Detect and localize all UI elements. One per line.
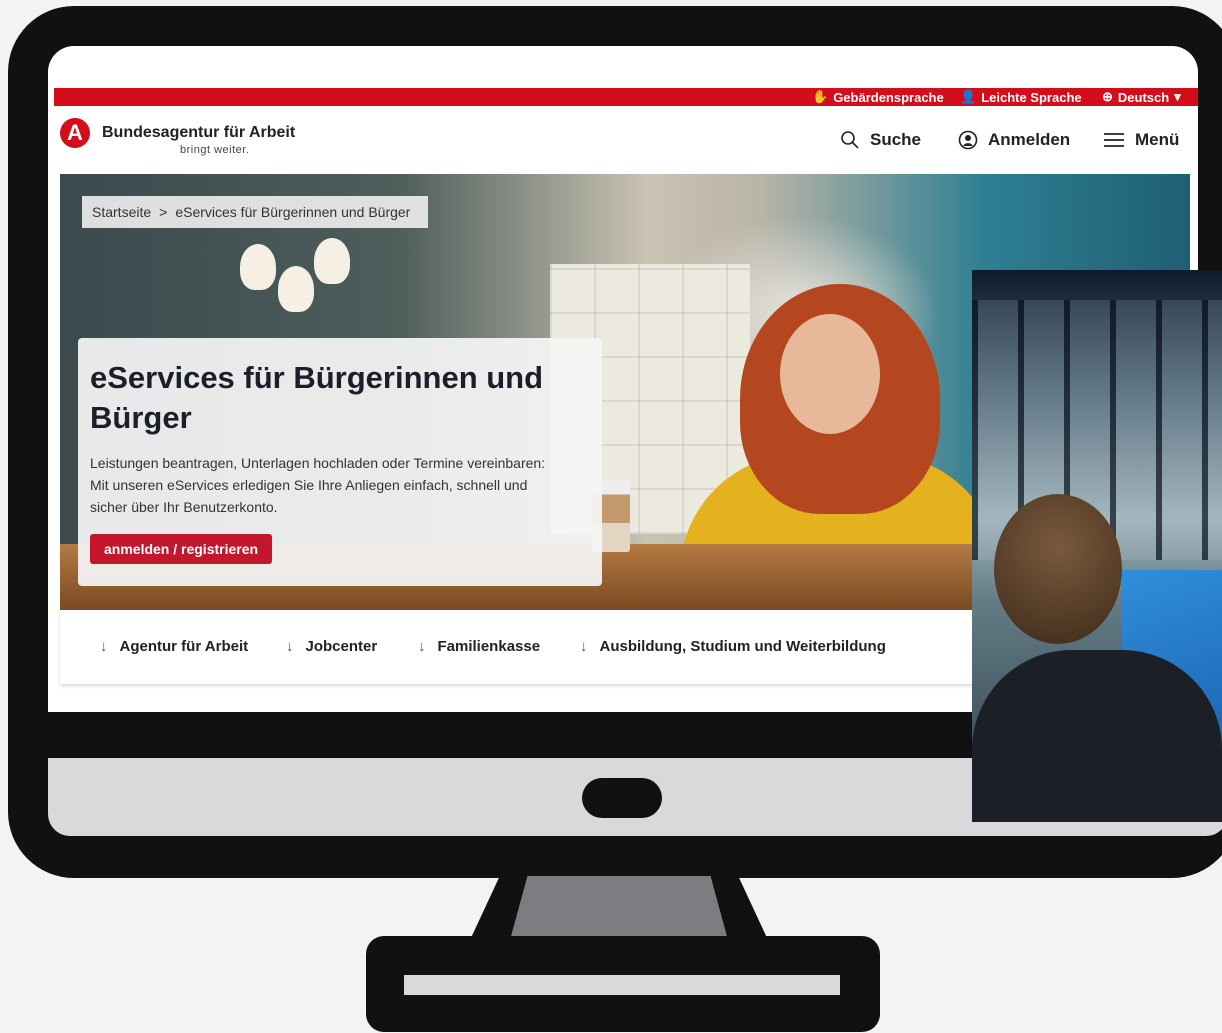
- quicklink-ausbildung[interactable]: ↓ Ausbildung, Studium und Weiterbildung: [580, 638, 886, 655]
- chevron-down-icon: ▾: [1174, 89, 1181, 104]
- brand-tagline: bringt weiter.: [180, 144, 250, 156]
- breadcrumb-separator: >: [159, 204, 168, 220]
- hero-lamp: [278, 266, 314, 312]
- overlay-photo: [972, 270, 1222, 822]
- hamburger-icon: [1104, 133, 1124, 147]
- monitor-stand-neck-inner: [510, 876, 728, 940]
- login-button[interactable]: Anmelden: [958, 130, 1070, 150]
- arrow-down-icon: ↓: [580, 638, 588, 655]
- breadcrumb-home-link[interactable]: Startseite: [92, 204, 151, 220]
- breadcrumb-current: eServices für Bürgerinnen und Bürger: [175, 204, 411, 220]
- site-header: A Bundesagentur für Arbeit bringt weiter…: [48, 106, 1198, 174]
- hand-icon: ✋: [812, 89, 829, 104]
- quicklink-label: Familienkasse: [437, 638, 541, 655]
- service-bar: ✋ Gebärdensprache 👤 Leichte Sprache ⊕ De…: [54, 88, 1198, 106]
- hero-card: eServices für Bürgerinnen und Bürger Lei…: [78, 338, 602, 586]
- search-button[interactable]: Suche: [840, 130, 921, 150]
- page-title: eServices für Bürgerinnen und Bürger: [90, 360, 544, 435]
- login-register-button[interactable]: anmelden / registrieren: [90, 534, 273, 564]
- user-circle-icon: [958, 130, 978, 150]
- search-icon: [841, 131, 859, 149]
- arrow-down-icon: ↓: [100, 638, 108, 655]
- quicklink-label: Agentur für Arbeit: [119, 638, 249, 655]
- language-selector[interactable]: ⊕ Deutsch ▾: [1102, 89, 1181, 105]
- sign-language-label: Gebärdensprache: [833, 89, 944, 105]
- sign-language-link[interactable]: ✋ Gebärdensprache: [812, 89, 944, 105]
- monitor-stand-base-inner: [404, 975, 840, 995]
- quicklink-label: Jobcenter: [305, 638, 378, 655]
- hero-lamp: [314, 238, 350, 284]
- hero-lamp: [240, 244, 276, 290]
- quicklink-familienkasse[interactable]: ↓ Familienkasse: [418, 638, 540, 655]
- monitor-logo: [582, 778, 662, 818]
- photo-person-head: [994, 494, 1122, 644]
- easy-language-link[interactable]: 👤 Leichte Sprache: [960, 89, 1082, 105]
- breadcrumb: Startseite > eServices für Bürgerinnen u…: [82, 196, 429, 228]
- quicklink-label: Ausbildung, Studium und Weiterbildung: [599, 638, 886, 655]
- arrow-down-icon: ↓: [286, 638, 294, 655]
- arrow-down-icon: ↓: [418, 638, 426, 655]
- menu-label: Menü: [1135, 130, 1180, 149]
- search-label: Suche: [870, 130, 922, 149]
- hero-description: Leistungen beantragen, Unterlagen hochla…: [90, 455, 546, 515]
- login-label: Anmelden: [988, 130, 1071, 149]
- brand-name[interactable]: Bundesagentur für Arbeit: [102, 124, 295, 142]
- globe-icon: ⊕: [1102, 89, 1113, 104]
- quicklink-jobcenter[interactable]: ↓ Jobcenter: [286, 638, 377, 655]
- quicklink-agentur[interactable]: ↓ Agentur für Arbeit: [100, 638, 248, 655]
- hero-person-face: [780, 314, 880, 434]
- person-icon: 👤: [960, 89, 977, 104]
- menu-button[interactable]: Menü: [1103, 130, 1179, 150]
- easy-language-label: Leichte Sprache: [981, 89, 1082, 105]
- language-label: Deutsch: [1117, 89, 1170, 105]
- photo-person-suit: [972, 650, 1222, 822]
- ba-logo-icon[interactable]: A: [60, 118, 90, 148]
